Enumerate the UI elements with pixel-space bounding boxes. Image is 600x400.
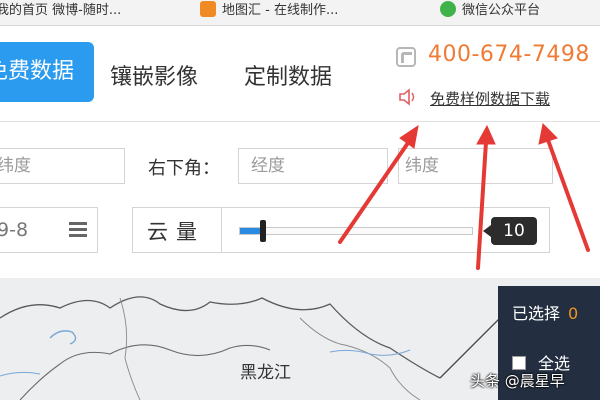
site-header: 免费数据 镶嵌影像 定制数据 400-674-7498 免费样例数据下载 (0, 26, 600, 122)
cloud-cover-slider-handle[interactable] (260, 220, 266, 242)
bottom-right-label: 右下角： (148, 158, 220, 179)
orange-site-icon (200, 1, 216, 17)
wechat-icon (440, 1, 456, 17)
map-view[interactable]: 黑龙江 已选择 0 全选 头条 @晨星早 (0, 278, 600, 400)
select-all-checkbox[interactable] (512, 356, 526, 370)
cloud-divider (221, 208, 222, 252)
cloud-cover-control: 云量 10 (132, 207, 550, 253)
tab-mosaic-imagery[interactable]: 镶嵌影像 (110, 56, 198, 100)
bookmark-wechat-label: 微信公众平台 (462, 3, 541, 18)
cloud-cover-label: 云量 (147, 220, 205, 244)
top-left-lat-input[interactable]: 纬度 (0, 148, 125, 184)
cloud-cover-value: 10 (483, 217, 537, 245)
tab-free-data[interactable]: 免费数据 (0, 42, 94, 102)
tab-custom-data[interactable]: 定制数据 (244, 56, 332, 100)
phone-number: 400-674-7498 (428, 42, 590, 67)
menu-icon[interactable] (69, 222, 87, 237)
bookmark-ditu-label: 地图汇 - 在线制作... (222, 3, 339, 18)
free-sample-download-link[interactable]: 免费样例数据下载 (430, 88, 550, 109)
bookmarks-bar: 我的首页 微博-随时... 地图汇 - 在线制作... 微信公众平台 (0, 0, 600, 26)
selected-count-label: 已选择 0 (512, 300, 578, 324)
bookmark-weibo[interactable]: 我的首页 微博-随时... (0, 0, 121, 26)
selected-count: 0 (568, 304, 579, 323)
date-value: 9-8 (0, 219, 29, 241)
bookmark-wechat[interactable]: 微信公众平台 (440, 0, 540, 26)
speaker-icon (399, 88, 415, 106)
selected-label: 已选择 (512, 304, 561, 323)
cloud-cover-slider[interactable] (239, 220, 473, 242)
phone-icon (396, 47, 416, 67)
bottom-right-lng-input[interactable]: 经度 (238, 148, 388, 184)
filter-panel: 纬度 右下角： 经度 纬度 9-8 云量 10 (0, 122, 600, 278)
date-range-field[interactable]: 9-8 (0, 207, 98, 253)
bookmark-ditu[interactable]: 地图汇 - 在线制作... (200, 0, 338, 26)
bookmark-weibo-label: 我的首页 微博-随时... (0, 3, 122, 18)
region-label-heilongjiang: 黑龙江 (240, 363, 291, 383)
watermark: 头条 @晨星早 (470, 372, 565, 390)
bottom-right-lat-input[interactable]: 纬度 (398, 148, 553, 184)
